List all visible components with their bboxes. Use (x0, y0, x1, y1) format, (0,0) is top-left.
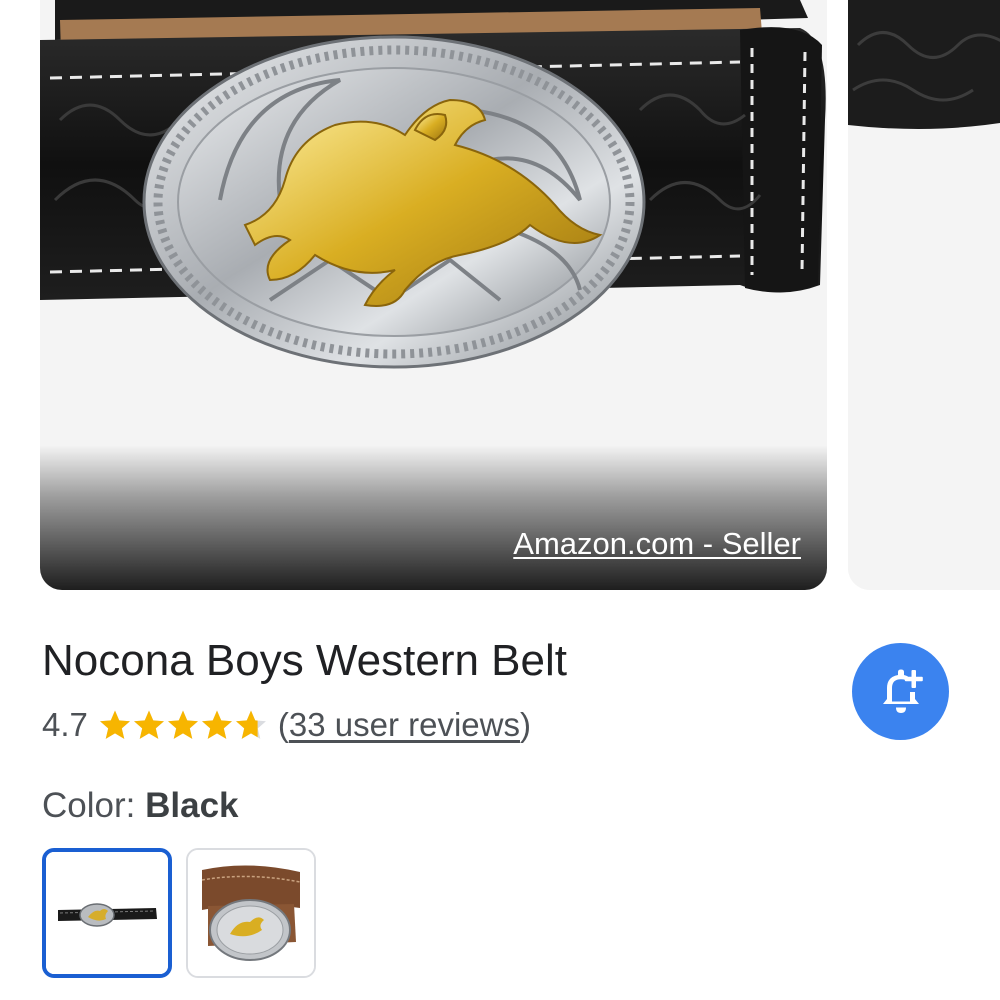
image-caption-overlay (40, 445, 827, 590)
product-image[interactable]: Amazon.com - Seller (40, 0, 827, 590)
color-label-text: Color: (42, 786, 136, 825)
star-rating (98, 709, 268, 741)
rating-row: 4.7 (33 user reviews) (42, 700, 531, 750)
color-swatch-brown[interactable] (186, 848, 316, 978)
price-alert-button[interactable] (852, 643, 949, 740)
reviews-count-text: 33 user reviews (288, 706, 520, 743)
star-icon (201, 710, 232, 739)
next-product-image[interactable] (848, 0, 1000, 590)
reviews-close-paren: ) (519, 706, 531, 743)
star-icon (167, 710, 198, 739)
color-swatch-black[interactable] (42, 848, 172, 978)
star-icon (99, 710, 130, 739)
star-icon (235, 710, 266, 739)
bell-plus-icon (882, 669, 923, 713)
rating-value: 4.7 (42, 706, 88, 743)
reviews-open-paren: ( (277, 706, 289, 743)
star-icon (133, 710, 164, 739)
black-belt-thumbnail (46, 852, 168, 974)
image-source-link[interactable]: Amazon.com - Seller (513, 526, 801, 562)
brown-belt-thumbnail (188, 850, 314, 976)
color-label: Color: Black (42, 786, 239, 826)
reviews-link[interactable]: (33 user reviews) (278, 706, 531, 744)
image-carousel: Amazon.com - Seller (0, 0, 1000, 592)
belt-photo-peek (848, 0, 1000, 590)
selected-color-value: Black (145, 786, 239, 825)
product-title: Nocona Boys Western Belt (42, 636, 567, 685)
